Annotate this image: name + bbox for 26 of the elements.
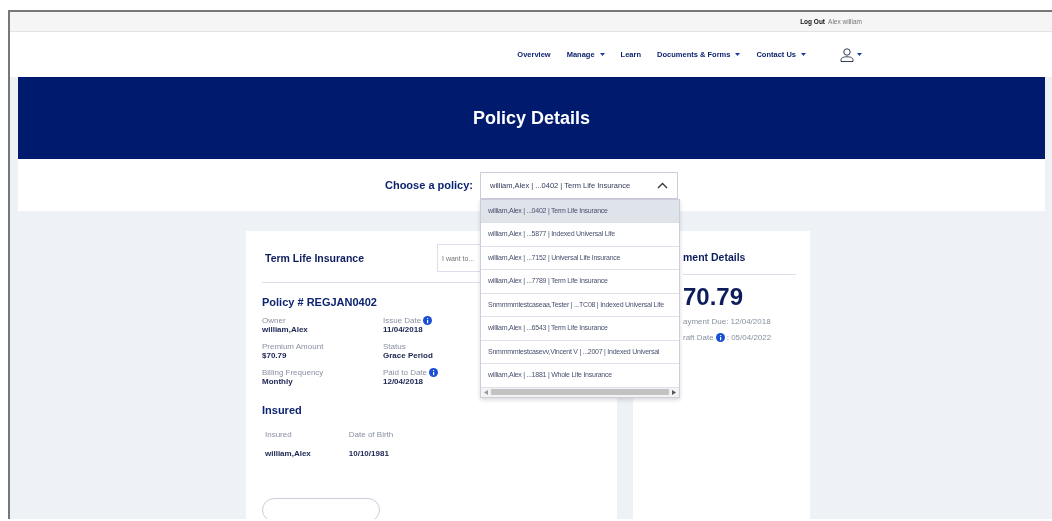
field-label: Status (383, 342, 406, 351)
field-label: Owner (262, 316, 286, 325)
policy-number: Policy # REGJAN0402 (262, 296, 377, 308)
field-value: Monthly (262, 377, 293, 386)
field-value: $70.79 (262, 351, 287, 360)
payment-info: raft Date (683, 333, 714, 342)
card-title: Term Life Insurance (265, 252, 364, 264)
field-label: Billing Frequency (262, 368, 324, 377)
field-label: Issue Date (383, 316, 422, 325)
field-label: Premium Amount (262, 342, 324, 351)
chooser-label: Choose a policy: (385, 179, 473, 191)
table-cell-text: william,Alex (264, 449, 312, 458)
payment-amount: 70.79 (683, 283, 745, 311)
table-cell-text: 10/10/1981 (347, 449, 390, 458)
field-label: Paid to Date (383, 368, 428, 377)
page-title: Policy Details (472, 107, 591, 129)
field-value: william,Alex (262, 325, 308, 334)
payment-info: : 05/04/2022 (726, 333, 772, 342)
column-header: Insured (264, 429, 293, 441)
section-title: Insured (262, 404, 303, 416)
field-value: 12/04/2018 (383, 377, 424, 386)
field-value: Grace Period (383, 351, 433, 360)
field-value: 11/04/2018 (383, 325, 423, 334)
card-title: ment Details (683, 251, 796, 275)
column-header: Date of Birth (347, 429, 395, 441)
payment-info: ayment Due: 12/04/2018 (683, 317, 771, 326)
